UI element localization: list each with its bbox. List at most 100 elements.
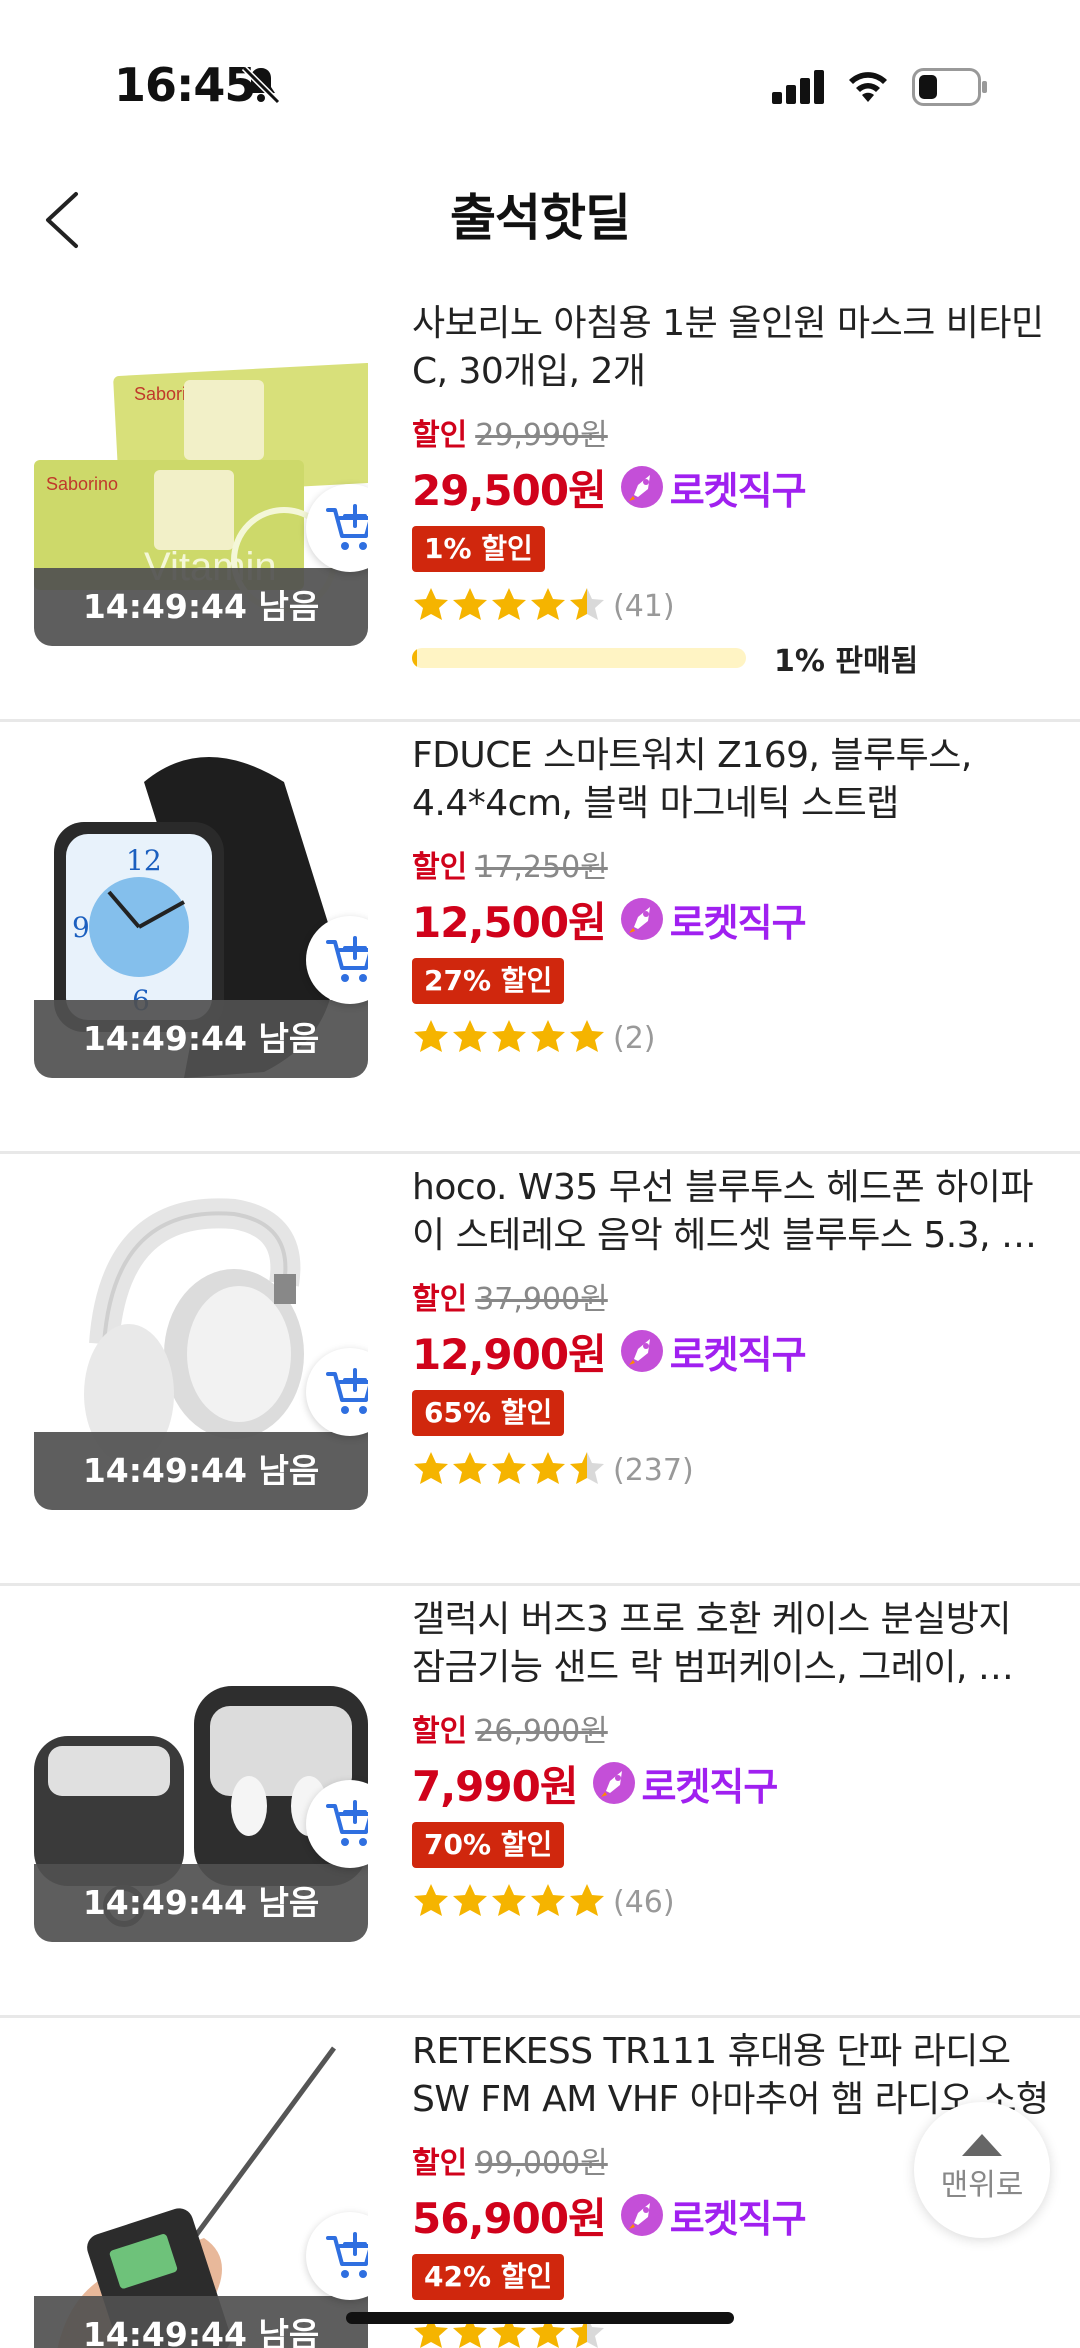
- rating-row: (237): [412, 1446, 1052, 1494]
- product-item[interactable]: Saborino Saborino Vitamin 14:49:44 남음 사보…: [0, 290, 1080, 722]
- product-list: Saborino Saborino Vitamin 14:49:44 남음 사보…: [0, 290, 1080, 2348]
- product-image[interactable]: 12 9 6 14:49:44 남음: [34, 742, 368, 1078]
- original-price: 37,900원: [475, 1282, 608, 1317]
- svg-text:9: 9: [72, 911, 90, 944]
- wifi-icon: [849, 72, 887, 102]
- svg-text:12: 12: [126, 844, 162, 877]
- nav-header: 출석핫딜: [0, 170, 1080, 290]
- sale-price: 7,990원: [412, 1761, 578, 1811]
- add-cart-icon: [326, 504, 368, 550]
- price-row: 7,990원 로켓직구: [412, 1754, 1052, 1812]
- product-info: FDUCE 스마트워치 Z169, 블루투스, 4.4*4cm, 블랙 마그네틱…: [412, 732, 1052, 1062]
- product-name: FDUCE 스마트워치 Z169, 블루투스, 4.4*4cm, 블랙 마그네틱…: [412, 735, 972, 824]
- sale-label: 할인: [412, 850, 468, 885]
- sale-label: 할인: [412, 1714, 468, 1749]
- deal-timer: 14:49:44 남음: [34, 1432, 368, 1510]
- original-price-row: 할인 29,990원: [412, 414, 1052, 458]
- product-image[interactable]: Saborino Saborino Vitamin 14:49:44 남음: [34, 310, 368, 646]
- price-row: 29,500원 로켓직구: [412, 458, 1052, 516]
- star-icon: [570, 1020, 604, 1052]
- star-icon: [570, 588, 604, 620]
- product-info: 갤럭시 버즈3 프로 호환 케이스 분실방지 잠금기능 샌드 락 범퍼케이스, …: [412, 1596, 1052, 1926]
- rocket-icon: [620, 466, 663, 508]
- delivery-label: 로켓직구: [669, 468, 807, 513]
- sale-price: 56,900원: [412, 2193, 607, 2243]
- sold-text: 1% 판매됨: [774, 644, 919, 679]
- deal-timer: 14:49:44 남음: [34, 1000, 368, 1078]
- scroll-to-top-button[interactable]: 맨위로: [914, 2102, 1050, 2238]
- status-bar: 16:45: [0, 0, 1080, 170]
- rocket-icon: [620, 898, 663, 940]
- add-cart-icon: [326, 2232, 368, 2278]
- add-cart-icon: [326, 1800, 368, 1846]
- review-count: (46): [613, 1884, 675, 1920]
- discount-badge: 1% 할인: [412, 526, 545, 572]
- product-item[interactable]: 14:49:44 남음 갤럭시 버즈3 프로 호환 케이스 분실방지 잠금기능 …: [0, 1586, 1080, 2018]
- star-icon: [531, 1020, 565, 1052]
- star-icon: [531, 588, 565, 620]
- product-item[interactable]: 12 9 6 14:49:44 남음 FDUCE 스마트워치 Z169, 블루투…: [0, 722, 1080, 1154]
- sale-label: 할인: [412, 2146, 468, 2181]
- review-count: (237): [613, 1452, 694, 1488]
- page-title: 출석핫딜: [450, 189, 631, 247]
- product-image[interactable]: 14:49:44 남음: [34, 1174, 368, 1510]
- product-name: 사보리노 아침용 1분 올인원 마스크 비타민 C, 30개입, 2개: [412, 303, 1044, 392]
- rocket-icon: [620, 2194, 663, 2236]
- product-image[interactable]: 14:49:44 남음: [34, 2038, 368, 2348]
- rocket-icon: [620, 1330, 663, 1372]
- sales-progress-bar: [412, 648, 746, 668]
- status-time: 16:45: [114, 58, 256, 112]
- add-cart-icon: [326, 1368, 368, 1414]
- product-info: 사보리노 아침용 1분 올인원 마스크 비타민 C, 30개입, 2개 할인 29…: [412, 300, 1052, 680]
- delivery-label: 로켓직구: [669, 2196, 807, 2241]
- star-icon: [531, 1452, 565, 1484]
- product-name: hoco. W35 무선 블루투스 헤드폰 하이파이 스테레오 음악 헤드셋 블…: [412, 1167, 1037, 1256]
- original-price: 26,900원: [475, 1714, 608, 1749]
- delivery-label: 로켓직구: [669, 1332, 807, 1377]
- star-rating: [412, 1881, 607, 1923]
- original-price-row: 할인 26,900원: [412, 1710, 1052, 1754]
- deal-timer: 14:49:44 남음: [34, 568, 368, 646]
- star-icon: [570, 1452, 604, 1484]
- sales-progress-fill: [412, 648, 417, 668]
- star-rating: [412, 1449, 607, 1491]
- delivery-label: 로켓직구: [641, 1764, 779, 1809]
- delivery-label: 로켓직구: [669, 900, 807, 945]
- star-icon: [453, 588, 487, 620]
- rating-row: (41): [412, 582, 1052, 630]
- rating-row: (46): [412, 1878, 1052, 1926]
- star-icon: [414, 588, 448, 620]
- sales-progress-row: 1% 판매됨: [412, 636, 1052, 680]
- original-price-row: 할인 17,250원: [412, 846, 1052, 890]
- sale-price: 12,900원: [412, 1329, 607, 1379]
- star-icon: [414, 1452, 448, 1484]
- deal-timer: 14:49:44 남음: [34, 1864, 368, 1942]
- star-icon: [414, 1884, 448, 1916]
- star-icon: [492, 1452, 526, 1484]
- original-price: 29,990원: [475, 418, 608, 453]
- star-rating: [412, 585, 607, 627]
- discount-badge: 65% 할인: [412, 1390, 565, 1436]
- star-rating: [412, 1017, 607, 1059]
- sale-label: 할인: [412, 418, 468, 453]
- product-image[interactable]: 14:49:44 남음: [34, 1606, 368, 1942]
- product-info: hoco. W35 무선 블루투스 헤드폰 하이파이 스테레오 음악 헤드셋 블…: [412, 1164, 1052, 1494]
- bell-muted-icon: [241, 65, 281, 105]
- signal-icon: [772, 70, 824, 104]
- star-icon: [492, 1884, 526, 1916]
- sale-price: 12,500원: [412, 897, 607, 947]
- rocket-icon: [592, 1762, 635, 1804]
- product-item[interactable]: 14:49:44 남음 hoco. W35 무선 블루투스 헤드폰 하이파이 스…: [0, 1154, 1080, 1586]
- discount-badge: 42% 할인: [412, 2254, 565, 2300]
- discount-badge: 70% 할인: [412, 1822, 565, 1868]
- home-indicator: [346, 2312, 734, 2324]
- battery-icon: [912, 68, 987, 106]
- star-icon: [453, 1020, 487, 1052]
- star-icon: [492, 1020, 526, 1052]
- scroll-to-top-label: 맨위로: [940, 2168, 1024, 2203]
- star-icon: [414, 1020, 448, 1052]
- star-icon: [453, 1452, 487, 1484]
- review-count: (41): [613, 588, 675, 624]
- sale-label: 할인: [412, 1282, 468, 1317]
- original-price: 17,250원: [475, 850, 608, 885]
